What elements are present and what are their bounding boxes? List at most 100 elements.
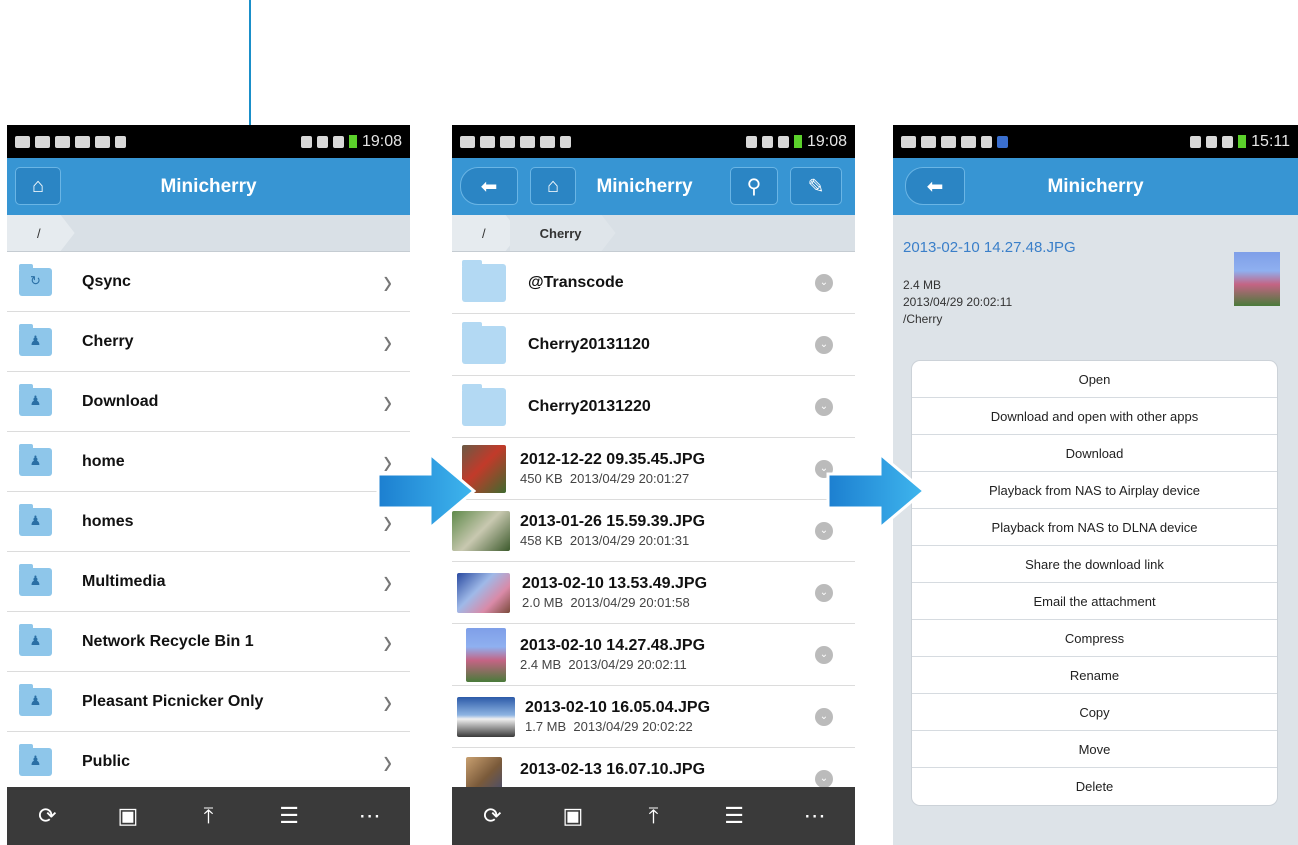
clock: 19:08: [806, 132, 847, 150]
list-item[interactable]: ♟ Public ›: [7, 732, 410, 792]
arrow-right-icon: [376, 452, 476, 530]
list-item[interactable]: 2013-02-10 13.53.49.JPG 2.0 MB 2013/04/2…: [452, 562, 855, 624]
list-item[interactable]: ♟ home ›: [7, 432, 410, 492]
title-bar: ⬅ Minicherry: [893, 158, 1298, 215]
chevron-down-icon[interactable]: ⌄: [815, 273, 833, 292]
home-button[interactable]: ⌂: [15, 167, 61, 205]
upload-icon[interactable]: ⤒: [188, 803, 228, 829]
list-item[interactable]: 2012-12-22 09.35.45.JPG 450 KB 2013/04/2…: [452, 438, 855, 500]
title-bar: ⌂ Minicherry: [7, 158, 410, 215]
status-bar: 15:11: [893, 125, 1298, 158]
back-arrow-icon: ⬅: [926, 175, 944, 198]
wifi-icon: [1206, 135, 1218, 148]
file-name: 2013-02-10 13.53.49.JPG: [522, 575, 708, 592]
list-item[interactable]: ♟ Multimedia ›: [7, 552, 410, 612]
list-item[interactable]: @Transcode ⌄: [452, 252, 855, 314]
list-item[interactable]: Cherry20131120 ⌄: [452, 314, 855, 376]
new-folder-icon[interactable]: ▣: [553, 803, 593, 829]
action-playback-airplay[interactable]: Playback from NAS to Airplay device: [912, 472, 1277, 509]
edit-button[interactable]: ✎: [790, 167, 842, 205]
action-rename[interactable]: Rename: [912, 657, 1277, 694]
file-list: @Transcode ⌄ Cherry20131120 ⌄ Cherry2013…: [452, 252, 855, 810]
chevron-down-icon[interactable]: ⌄: [815, 707, 833, 726]
battery-icon: [348, 135, 357, 148]
list-item[interactable]: 2013-01-26 15.59.39.JPG 458 KB 2013/04/2…: [452, 500, 855, 562]
search-button[interactable]: ⚲: [730, 167, 778, 205]
folder-list: ↻ Qsync › ♟ Cherry › ♟ Download › ♟ home…: [7, 252, 410, 792]
chevron-down-icon[interactable]: ⌄: [815, 397, 833, 416]
action-compress[interactable]: Compress: [912, 620, 1277, 657]
more-icon[interactable]: ⋯: [350, 803, 390, 829]
action-move[interactable]: Move: [912, 731, 1277, 768]
chevron-down-icon[interactable]: ⌄: [815, 769, 833, 788]
photo-thumbnail: [1234, 252, 1280, 306]
sort-icon[interactable]: ☰: [714, 803, 754, 829]
action-email[interactable]: Email the attachment: [912, 583, 1277, 620]
home-icon: ⌂: [546, 174, 560, 197]
list-item[interactable]: ♟ Download ›: [7, 372, 410, 432]
action-copy[interactable]: Copy: [912, 694, 1277, 731]
file-name: 2013-02-10 14.27.48.JPG: [903, 239, 1076, 256]
action-open[interactable]: Open: [912, 361, 1277, 398]
shared-folder-icon: ♟: [19, 503, 52, 536]
folder-name: Multimedia: [82, 572, 166, 590]
list-item[interactable]: 2013-02-10 14.27.48.JPG 2.4 MB 2013/04/2…: [452, 624, 855, 686]
action-delete[interactable]: Delete: [912, 768, 1277, 805]
title-bar: ⬅ ⌂ Minicherry ⚲ ✎: [452, 158, 855, 215]
breadcrumb: / Cherry: [452, 215, 855, 252]
notification-icons: [901, 135, 1008, 148]
file-detail-panel: 2013-02-10 14.27.48.JPG 2.4 MB 2013/04/2…: [893, 215, 1298, 845]
refresh-icon[interactable]: ⟳: [27, 803, 67, 829]
action-share-link[interactable]: Share the download link: [912, 546, 1277, 583]
action-download-open-with[interactable]: Download and open with other apps: [912, 398, 1277, 435]
photo-thumbnail: [457, 572, 510, 613]
chevron-down-icon[interactable]: ⌄: [815, 583, 833, 602]
action-download[interactable]: Download: [912, 435, 1277, 472]
status-bar: 19:08: [7, 125, 410, 158]
list-item[interactable]: 2013-02-10 16.05.04.JPG 1.7 MB 2013/04/2…: [452, 686, 855, 748]
sort-icon[interactable]: ☰: [269, 803, 309, 829]
bluetooth-icon: [1190, 135, 1202, 148]
list-item[interactable]: ♟ Cherry ›: [7, 312, 410, 372]
signal-icon: [332, 135, 344, 148]
upload-icon[interactable]: ⤒: [633, 803, 673, 829]
list-item[interactable]: Cherry20131220 ⌄: [452, 376, 855, 438]
new-folder-icon[interactable]: ▣: [108, 803, 148, 829]
folder-name: Cherry20131220: [528, 397, 651, 415]
breadcrumb-root[interactable]: /: [7, 215, 75, 251]
breadcrumb-root[interactable]: /: [452, 215, 520, 251]
file-meta: 2.4 MB 2013/04/29 20:02:11: [520, 657, 687, 672]
breadcrumb: /: [7, 215, 410, 252]
list-item[interactable]: ↻ Qsync ›: [7, 252, 410, 312]
action-playback-dlna[interactable]: Playback from NAS to DLNA device: [912, 509, 1277, 546]
chevron-down-icon[interactable]: ⌄: [815, 645, 833, 664]
shared-folder-icon: ♟: [19, 443, 52, 476]
file-info: 2.4 MB 2013/04/29 20:02:11 /Cherry: [903, 277, 1012, 328]
folder-name: Pleasant Picnicker Only: [82, 692, 264, 710]
home-button[interactable]: ⌂: [530, 167, 576, 205]
file-meta: 458 KB 2013/04/29 20:01:31: [520, 533, 690, 548]
search-icon: ⚲: [746, 175, 762, 198]
back-button[interactable]: ⬅: [460, 167, 518, 205]
chevron-down-icon[interactable]: ⌄: [815, 335, 833, 354]
chevron-right-icon: ›: [383, 679, 392, 722]
breadcrumb-cherry[interactable]: Cherry: [510, 215, 616, 251]
more-icon[interactable]: ⋯: [795, 803, 835, 829]
list-item[interactable]: ♟ homes ›: [7, 492, 410, 552]
folder-name: @Transcode: [528, 273, 624, 291]
refresh-icon[interactable]: ⟳: [472, 803, 512, 829]
notification-icon: [15, 135, 30, 148]
list-item[interactable]: ♟ Pleasant Picnicker Only ›: [7, 672, 410, 732]
photo-thumbnail: [466, 627, 506, 682]
back-button[interactable]: ⬅: [905, 167, 965, 205]
notification-icons: [460, 135, 571, 148]
list-item[interactable]: ♟ Network Recycle Bin 1 ›: [7, 612, 410, 672]
shared-folder-icon: ♟: [19, 683, 52, 716]
file-name: 2013-01-26 15.59.39.JPG: [520, 513, 706, 530]
signal-icon: [777, 135, 789, 148]
wifi-icon: [316, 135, 328, 148]
status-bar: 19:08: [452, 125, 855, 158]
notification-icons: [15, 135, 126, 148]
bluetooth-icon: [300, 135, 312, 148]
arrow-right-icon: [826, 452, 926, 530]
